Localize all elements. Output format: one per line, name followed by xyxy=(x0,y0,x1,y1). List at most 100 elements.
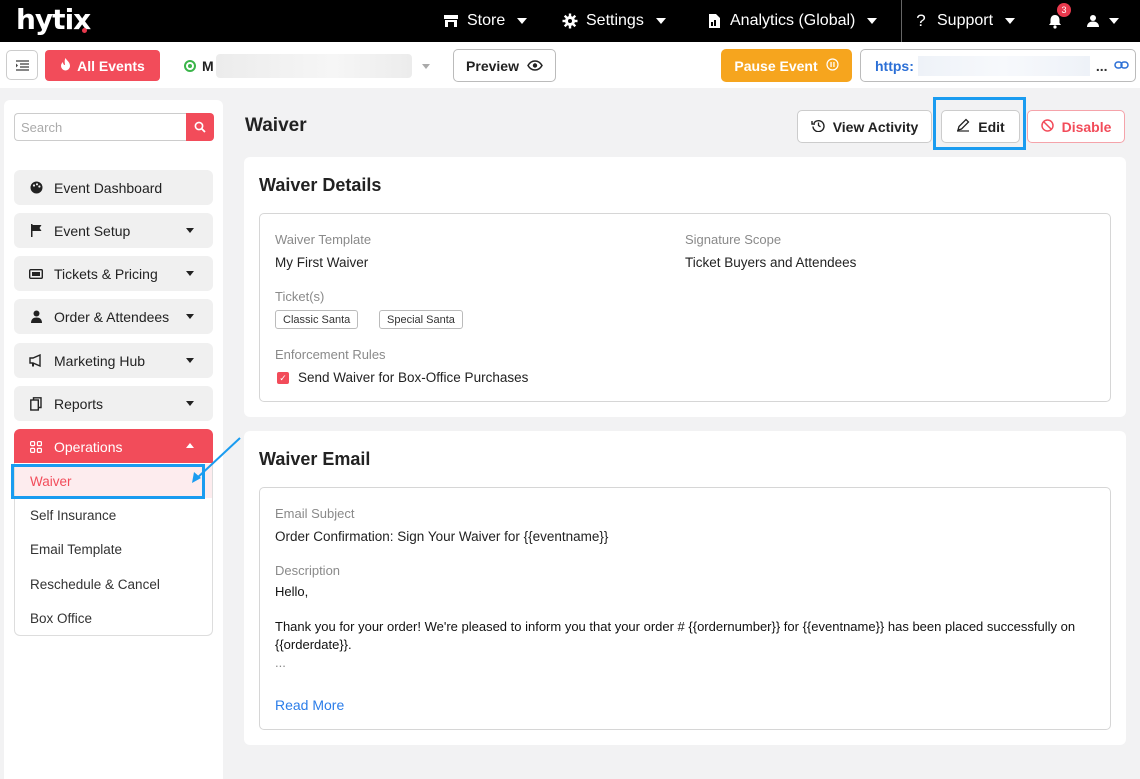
disable-button[interactable]: Disable xyxy=(1027,110,1125,143)
description-ellipsis: ... xyxy=(275,655,286,670)
ticket-chip: Classic Santa xyxy=(275,310,359,329)
submenu-item-reschedule-cancel[interactable]: Reschedule & Cancel xyxy=(15,567,212,601)
sidebar-search-input[interactable] xyxy=(14,113,186,141)
waiver-email-title: Waiver Email xyxy=(259,449,371,469)
event-url-prefix: https: xyxy=(875,57,914,74)
user-menu[interactable] xyxy=(1085,0,1119,42)
description-date: {{orderdate}}. xyxy=(275,637,352,652)
waiver-email-box: Email Subject Order Confirmation: Sign Y… xyxy=(259,487,1111,730)
user-icon xyxy=(28,310,44,323)
chevron-down-icon xyxy=(422,64,430,69)
nav-analytics[interactable]: Analytics (Global) xyxy=(706,0,878,42)
preview-button[interactable]: Preview xyxy=(453,49,556,82)
all-events-button[interactable]: All Events xyxy=(45,50,160,81)
nav-support-label: Support xyxy=(937,12,994,29)
document-chart-icon xyxy=(706,13,722,29)
signature-scope-label: Signature Scope xyxy=(685,232,782,247)
redacted-url xyxy=(917,55,1090,76)
chevron-down-icon xyxy=(186,271,194,276)
user-icon xyxy=(1085,13,1101,29)
chevron-down-icon xyxy=(186,314,194,319)
chevron-down-icon xyxy=(186,401,194,406)
submenu-item-email-template[interactable]: Email Template xyxy=(15,532,212,566)
all-events-label: All Events xyxy=(77,57,145,74)
nav-divider xyxy=(901,0,902,42)
pause-circle-icon xyxy=(826,57,839,74)
description-body: Thank you for your order! We're pleased … xyxy=(275,619,1076,634)
enforcement-rules-label: Enforcement Rules xyxy=(275,347,386,362)
waiver-highlight-box xyxy=(11,464,205,499)
waiver-details-card: Waiver Details Waiver Template My First … xyxy=(244,157,1126,417)
nav-support[interactable]: ? Support xyxy=(913,0,1016,42)
sidebar-item-order-attendees[interactable]: Order & Attendees xyxy=(14,299,213,334)
disable-label: Disable xyxy=(1061,118,1112,135)
notification-badge: 3 xyxy=(1057,3,1071,17)
sidebar-item-event-dashboard[interactable]: Event Dashboard xyxy=(14,170,213,205)
nav-store-label: Store xyxy=(467,12,506,29)
waiver-details-box: Waiver Template My First Waiver Signatur… xyxy=(259,213,1111,402)
nav-settings[interactable]: Settings xyxy=(562,0,666,42)
waiver-template-value: My First Waiver xyxy=(275,255,369,270)
link-icon[interactable] xyxy=(1113,58,1129,74)
email-subject-value: Order Confirmation: Sign Your Waiver for… xyxy=(275,529,609,544)
chevron-up-icon xyxy=(186,443,194,448)
waiver-email-card: Waiver Email Email Subject Order Confirm… xyxy=(244,431,1126,745)
email-subject-label: Email Subject xyxy=(275,506,355,521)
page-title: Waiver xyxy=(245,115,307,136)
event-selector[interactable]: M xyxy=(178,52,440,80)
tickets-label: Ticket(s) xyxy=(275,289,325,304)
nav-analytics-label: Analytics (Global) xyxy=(730,12,856,29)
top-navbar: hytix Store Settings Analytics (Global) … xyxy=(0,0,1140,42)
signature-scope-value: Ticket Buyers and Attendees xyxy=(685,255,857,270)
chevron-down-icon xyxy=(1109,18,1119,24)
palette-icon xyxy=(28,181,44,194)
hytix-logo[interactable]: hytix xyxy=(16,3,91,36)
view-activity-button[interactable]: View Activity xyxy=(797,110,932,143)
redacted-event-name xyxy=(215,54,412,78)
preview-label: Preview xyxy=(466,57,519,74)
view-activity-label: View Activity xyxy=(832,118,919,135)
waiver-template-label: Waiver Template xyxy=(275,232,372,247)
sidebar-item-operations[interactable]: Operations xyxy=(14,429,213,464)
nav-store[interactable]: Store xyxy=(443,0,528,42)
ticket-chip: Special Santa xyxy=(379,310,463,329)
event-url-field[interactable]: https: ... xyxy=(860,49,1136,82)
pause-event-button[interactable]: Pause Event xyxy=(721,49,852,82)
sidebar-toggle-button[interactable] xyxy=(6,50,38,80)
url-ellipsis: ... xyxy=(1095,57,1108,74)
checkbox-checked-icon: ✓ xyxy=(277,372,289,384)
chevron-down-icon xyxy=(186,358,194,363)
flag-icon xyxy=(28,224,44,237)
event-toolbar: All Events M Preview Pause Event https: … xyxy=(0,42,1140,88)
sidebar-item-tickets-pricing[interactable]: Tickets & Pricing xyxy=(14,256,213,291)
megaphone-icon xyxy=(28,354,44,367)
ticket-icon xyxy=(28,268,44,279)
nav-settings-label: Settings xyxy=(586,12,644,29)
search-button[interactable] xyxy=(186,113,214,141)
submenu-item-box-office[interactable]: Box Office xyxy=(15,601,212,635)
event-name: M xyxy=(202,58,214,74)
sidebar-item-label: Reports xyxy=(54,395,104,412)
search-icon xyxy=(194,121,206,133)
chevron-down-icon xyxy=(1005,18,1016,24)
sidebar-item-label: Order & Attendees xyxy=(54,308,170,325)
sidebar-item-label: Operations xyxy=(54,438,123,455)
edit-highlight-box xyxy=(933,97,1026,150)
store-icon xyxy=(443,13,459,29)
event-sidebar: Event Dashboard Event Setup Tickets & Pr… xyxy=(4,100,223,779)
sidebar-item-marketing-hub[interactable]: Marketing Hub xyxy=(14,343,213,378)
question-icon: ? xyxy=(916,11,926,30)
pause-event-label: Pause Event xyxy=(734,57,818,74)
chevron-down-icon xyxy=(867,18,878,24)
enforcement-rule-box-office: Send Waiver for Box-Office Purchases xyxy=(298,370,529,385)
sidebar-item-event-setup[interactable]: Event Setup xyxy=(14,213,213,248)
sidebar-item-reports[interactable]: Reports xyxy=(14,386,213,421)
description-label: Description xyxy=(275,563,341,578)
chevron-down-icon xyxy=(517,18,528,24)
description-greeting: Hello, xyxy=(275,584,309,599)
fire-icon xyxy=(60,57,71,74)
submenu-item-self-insurance[interactable]: Self Insurance xyxy=(15,498,212,532)
read-more-link[interactable]: Read More xyxy=(275,697,344,713)
logo-dot xyxy=(82,28,87,33)
gear-icon xyxy=(562,13,578,29)
